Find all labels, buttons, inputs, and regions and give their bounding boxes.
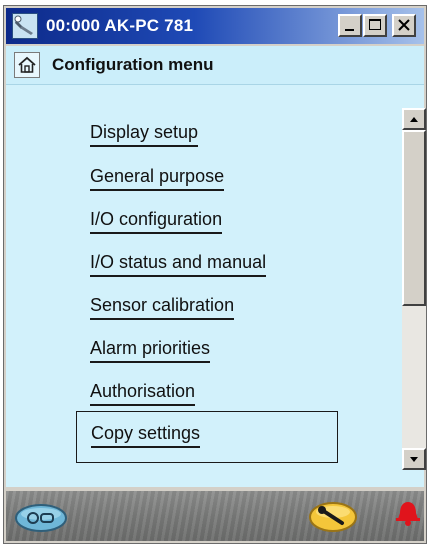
maximize-icon xyxy=(369,19,381,30)
app-icon xyxy=(12,13,38,39)
app-window: 00:000 AK-PC 781 Configuration menu Disp… xyxy=(3,5,427,544)
menu-content: Display setup General purpose I/O config… xyxy=(6,85,426,487)
menu-item-label: Display setup xyxy=(90,121,199,147)
menu-item-label: General purpose xyxy=(90,165,225,191)
menu-item-label: Authorisation xyxy=(90,380,196,406)
close-button[interactable] xyxy=(392,14,416,37)
maximize-button[interactable] xyxy=(363,14,387,37)
scroll-up-button[interactable] xyxy=(402,108,426,130)
menu-item-label: Sensor calibration xyxy=(90,294,235,320)
wrench-icon[interactable] xyxy=(308,501,358,533)
menu-item-display-setup[interactable]: Display setup xyxy=(90,117,199,147)
menu-item-alarm-priorities[interactable]: Alarm priorities xyxy=(90,333,211,363)
menu-item-authorisation[interactable]: Authorisation xyxy=(90,376,196,406)
home-button[interactable] xyxy=(14,52,40,78)
menu-header: Configuration menu xyxy=(6,46,424,85)
vertical-scrollbar[interactable] xyxy=(402,108,426,470)
menu-item-copy-settings[interactable]: Copy settings xyxy=(76,411,338,463)
close-icon xyxy=(398,19,410,31)
menu-item-io-configuration[interactable]: I/O configuration xyxy=(90,204,223,234)
menu-list: Display setup General purpose I/O config… xyxy=(6,85,396,487)
scroll-down-button[interactable] xyxy=(402,448,426,470)
controller-status-icon[interactable] xyxy=(14,503,68,533)
window-title: 00:000 AK-PC 781 xyxy=(46,16,194,35)
alarm-bell-icon[interactable] xyxy=(394,499,422,529)
status-bar xyxy=(6,491,424,541)
menu-item-label: Copy settings xyxy=(91,422,201,448)
menu-item-io-status-manual[interactable]: I/O status and manual xyxy=(90,247,267,277)
menu-item-sensor-calibration[interactable]: Sensor calibration xyxy=(90,290,235,320)
menu-item-label: I/O configuration xyxy=(90,208,223,234)
menu-item-label: Alarm priorities xyxy=(90,337,211,363)
home-icon xyxy=(18,56,36,73)
menu-item-label: I/O status and manual xyxy=(90,251,267,277)
menu-item-general-purpose[interactable]: General purpose xyxy=(90,161,225,191)
arrow-up-icon xyxy=(410,117,418,122)
arrow-down-icon xyxy=(410,457,418,462)
minimize-icon xyxy=(345,29,354,31)
minimize-button[interactable] xyxy=(338,14,362,37)
scrollbar-thumb[interactable] xyxy=(402,130,426,306)
page-title: Configuration menu xyxy=(52,55,214,74)
title-bar[interactable]: 00:000 AK-PC 781 xyxy=(6,8,424,44)
